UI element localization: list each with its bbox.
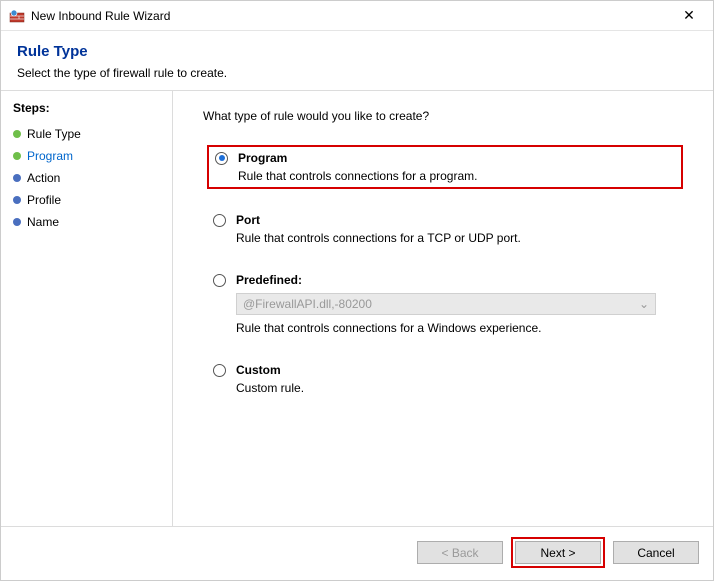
option-label: Program bbox=[238, 151, 287, 165]
dropdown-value: @FirewallAPI.dll,-80200 bbox=[243, 297, 372, 311]
step-bullet-icon bbox=[13, 218, 21, 226]
question-text: What type of rule would you like to crea… bbox=[203, 109, 683, 123]
step-action[interactable]: Action bbox=[13, 167, 160, 189]
step-bullet-icon bbox=[13, 174, 21, 182]
radio-port[interactable] bbox=[213, 214, 226, 227]
radio-predefined[interactable] bbox=[213, 274, 226, 287]
options-group: Program Rule that controls connections f… bbox=[203, 145, 683, 399]
step-rule-type[interactable]: Rule Type bbox=[13, 123, 160, 145]
option-desc: Custom rule. bbox=[236, 381, 677, 395]
cancel-button[interactable]: Cancel bbox=[613, 541, 699, 564]
page-description: Select the type of firewall rule to crea… bbox=[17, 66, 697, 80]
step-label: Rule Type bbox=[27, 127, 81, 141]
back-button: < Back bbox=[417, 541, 503, 564]
window-title: New Inbound Rule Wizard bbox=[31, 9, 673, 23]
step-profile[interactable]: Profile bbox=[13, 189, 160, 211]
steps-label: Steps: bbox=[13, 101, 160, 115]
footer: < Back Next > Cancel bbox=[1, 526, 713, 578]
step-label: Name bbox=[27, 215, 59, 229]
body: Steps: Rule Type Program Action Profile … bbox=[1, 90, 713, 526]
next-button[interactable]: Next > bbox=[515, 541, 601, 564]
option-label: Predefined: bbox=[236, 273, 302, 287]
radio-program[interactable] bbox=[215, 152, 228, 165]
step-bullet-icon bbox=[13, 152, 21, 160]
option-custom[interactable]: Custom Custom rule. bbox=[207, 359, 683, 399]
step-program[interactable]: Program bbox=[13, 145, 160, 167]
radio-custom[interactable] bbox=[213, 364, 226, 377]
option-program[interactable]: Program Rule that controls connections f… bbox=[207, 145, 683, 189]
step-label: Action bbox=[27, 171, 60, 185]
step-name[interactable]: Name bbox=[13, 211, 160, 233]
titlebar: New Inbound Rule Wizard ✕ bbox=[1, 1, 713, 31]
header: Rule Type Select the type of firewall ru… bbox=[1, 31, 713, 90]
main-panel: What type of rule would you like to crea… bbox=[173, 91, 713, 526]
step-bullet-icon bbox=[13, 196, 21, 204]
option-label: Port bbox=[236, 213, 260, 227]
option-predefined[interactable]: Predefined: @FirewallAPI.dll,-80200 Rule… bbox=[207, 269, 683, 339]
option-desc: Rule that controls connections for a pro… bbox=[238, 169, 675, 183]
close-icon[interactable]: ✕ bbox=[673, 1, 705, 31]
option-desc: Rule that controls connections for a TCP… bbox=[236, 231, 677, 245]
option-desc: Rule that controls connections for a Win… bbox=[236, 321, 677, 335]
page-title: Rule Type bbox=[17, 43, 697, 60]
step-bullet-icon bbox=[13, 130, 21, 138]
next-highlight: Next > bbox=[511, 537, 605, 568]
option-port[interactable]: Port Rule that controls connections for … bbox=[207, 209, 683, 249]
step-label: Program bbox=[27, 149, 73, 163]
step-label: Profile bbox=[27, 193, 61, 207]
option-label: Custom bbox=[236, 363, 281, 377]
predefined-dropdown: @FirewallAPI.dll,-80200 bbox=[236, 293, 656, 315]
firewall-icon bbox=[9, 8, 25, 24]
sidebar: Steps: Rule Type Program Action Profile … bbox=[1, 91, 173, 526]
